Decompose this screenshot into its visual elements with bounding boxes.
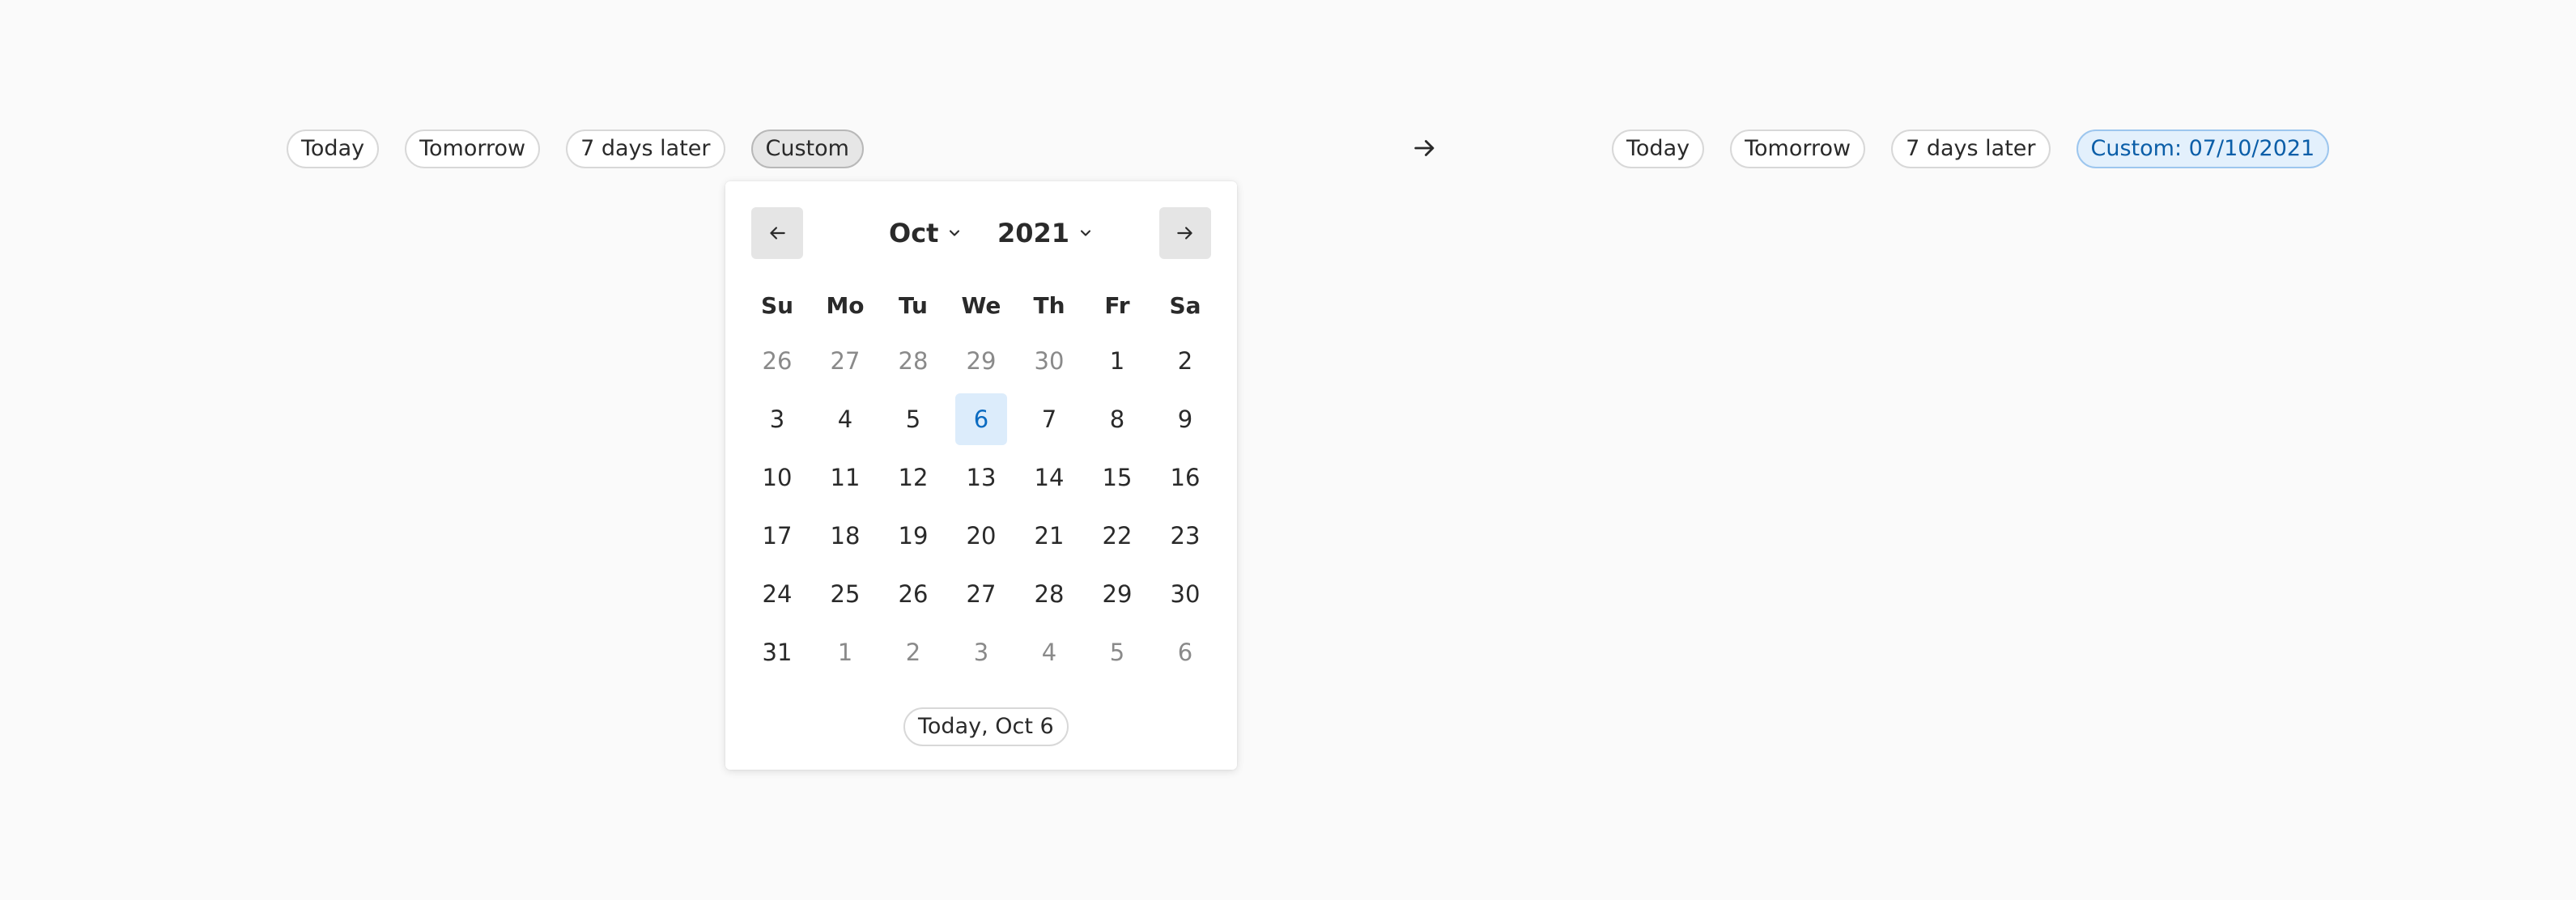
day-cell[interactable]: 28 (887, 335, 939, 387)
day-cell[interactable]: 2 (1159, 335, 1211, 387)
day-cell[interactable]: 30 (1023, 335, 1075, 387)
day-cell[interactable]: 11 (819, 452, 871, 503)
day-cell[interactable]: 22 (1091, 510, 1143, 562)
chip-tomorrow[interactable]: Tomorrow (405, 129, 541, 168)
day-cell[interactable]: 13 (955, 452, 1007, 503)
chip-7-days-later[interactable]: 7 days later (566, 129, 725, 168)
day-cell[interactable]: 9 (1159, 393, 1211, 445)
day-cell[interactable]: 5 (887, 393, 939, 445)
month-select[interactable]: Oct (889, 214, 963, 253)
day-cell[interactable]: 25 (819, 568, 871, 620)
right-quick-select: Today Tomorrow 7 days later Custom: 07/1… (1612, 129, 2355, 168)
chip-custom-selected[interactable]: Custom: 07/10/2021 (2076, 129, 2330, 168)
day-cell[interactable]: 1 (1091, 335, 1143, 387)
day-cell[interactable]: 3 (751, 393, 803, 445)
chip-7-days-later[interactable]: 7 days later (1891, 129, 2051, 168)
arrow-left-icon (770, 227, 785, 240)
day-cell[interactable]: 14 (1023, 452, 1075, 503)
day-cell[interactable]: 17 (751, 510, 803, 562)
day-cell[interactable]: 4 (819, 393, 871, 445)
day-cell[interactable]: 8 (1091, 393, 1143, 445)
weekday-label: Fr (1104, 292, 1130, 319)
arrow-right-icon (1177, 227, 1192, 240)
today-button[interactable]: Today, Oct 6 (903, 707, 1069, 746)
arrow-right-icon (1414, 140, 1435, 156)
day-cell[interactable]: 5 (1091, 626, 1143, 678)
chip-tomorrow[interactable]: Tomorrow (1730, 129, 1866, 168)
day-cell[interactable]: 24 (751, 568, 803, 620)
day-cell[interactable]: 21 (1023, 510, 1075, 562)
day-cell[interactable]: 29 (955, 335, 1007, 387)
year-select[interactable]: 2021 (997, 214, 1094, 253)
left-quick-select: Today Tomorrow 7 days later Custom (287, 129, 890, 168)
weekday-label: Mo (826, 292, 865, 319)
day-cell[interactable]: 2 (887, 626, 939, 678)
day-cell[interactable]: 10 (751, 452, 803, 503)
chip-today[interactable]: Today (287, 129, 380, 168)
day-grid: 26 27 28 29 30 1 2 3 4 5 6 7 8 9 10 11 12 13 14 15 16 17 18 19 2… (725, 335, 1237, 685)
chevron-down-icon (950, 230, 960, 236)
day-cell[interactable]: 3 (955, 626, 1007, 678)
weekday-label: Tu (899, 292, 928, 319)
day-cell[interactable]: 27 (955, 568, 1007, 620)
day-cell[interactable]: 1 (819, 626, 871, 678)
day-cell[interactable]: 12 (887, 452, 939, 503)
day-cell[interactable]: 19 (887, 510, 939, 562)
weekday-label: Sa (1169, 292, 1201, 319)
chevron-down-icon (1081, 230, 1091, 236)
day-cell[interactable]: 6 (1159, 626, 1211, 678)
day-cell[interactable]: 30 (1159, 568, 1211, 620)
weekday-header: Su Mo Tu We Th Fr Sa (725, 290, 1237, 322)
day-cell[interactable]: 27 (819, 335, 871, 387)
day-cell-today[interactable]: 6 (955, 393, 1007, 445)
day-cell[interactable]: 23 (1159, 510, 1211, 562)
weekday-label: We (961, 292, 1001, 319)
day-cell[interactable]: 31 (751, 626, 803, 678)
weekday-label: Th (1033, 292, 1065, 319)
year-select-value: 2021 (997, 218, 1070, 248)
previous-month-button[interactable] (751, 207, 803, 259)
day-cell[interactable]: 20 (955, 510, 1007, 562)
next-month-button[interactable] (1159, 207, 1211, 259)
date-picker-popover: Oct 2021 Su Mo Tu We Th Fr Sa 26 27 28 29 30 1 2 3 4 5 6… (725, 181, 1237, 770)
month-select-value: Oct (889, 218, 939, 248)
day-cell[interactable]: 7 (1023, 393, 1075, 445)
day-cell[interactable]: 26 (751, 335, 803, 387)
weekday-label: Su (760, 292, 794, 319)
day-cell[interactable]: 4 (1023, 626, 1075, 678)
day-cell[interactable]: 26 (887, 568, 939, 620)
day-cell[interactable]: 28 (1023, 568, 1075, 620)
stage: Today Tomorrow 7 days later Custom Today… (0, 0, 2576, 900)
day-cell[interactable]: 29 (1091, 568, 1143, 620)
day-cell[interactable]: 15 (1091, 452, 1143, 503)
chip-today[interactable]: Today (1612, 129, 1705, 168)
day-cell[interactable]: 18 (819, 510, 871, 562)
day-cell[interactable]: 16 (1159, 452, 1211, 503)
chip-custom[interactable]: Custom (750, 129, 864, 168)
